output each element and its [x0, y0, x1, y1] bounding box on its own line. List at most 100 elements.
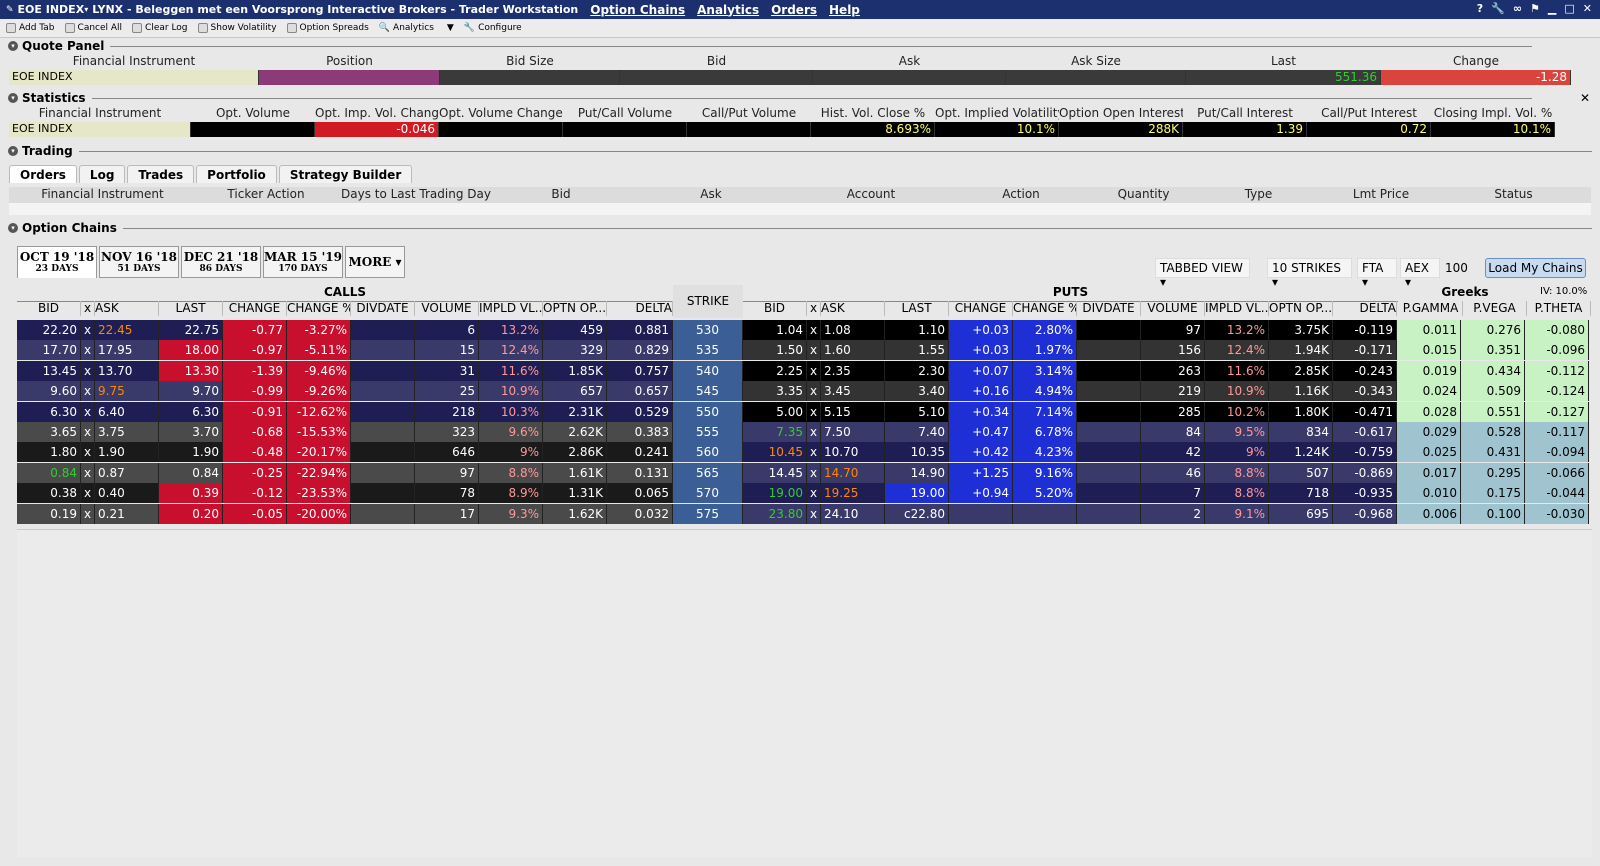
call-cell[interactable]: 0.032: [607, 503, 673, 524]
put-cell[interactable]: 834: [1269, 422, 1333, 442]
call-cell[interactable]: 8.8%: [479, 462, 543, 483]
put-cell[interactable]: -0.243: [1333, 360, 1397, 381]
call-cell[interactable]: x: [81, 381, 95, 402]
put-cell[interactable]: 9.16%: [1013, 462, 1077, 483]
put-cell[interactable]: 4.94%: [1013, 381, 1077, 402]
call-cell[interactable]: 6.30: [17, 401, 81, 422]
call-cell[interactable]: 0.065: [607, 483, 673, 504]
call-cell[interactable]: 6: [415, 320, 479, 340]
call-cell[interactable]: 0.87: [95, 462, 159, 483]
call-cell[interactable]: -0.68: [223, 422, 287, 442]
put-cell[interactable]: +0.03: [949, 340, 1013, 361]
tab-strategy-builder[interactable]: Strategy Builder: [278, 165, 413, 183]
put-cell[interactable]: x: [807, 320, 821, 340]
put-cell[interactable]: x: [807, 340, 821, 361]
put-cell[interactable]: 6.78%: [1013, 422, 1077, 442]
put-cell[interactable]: -0.171: [1333, 340, 1397, 361]
put-cell[interactable]: 3.40: [885, 381, 949, 402]
put-cell[interactable]: -0.471: [1333, 401, 1397, 422]
call-cell[interactable]: -0.25: [223, 462, 287, 483]
put-cell[interactable]: [1077, 320, 1141, 340]
call-cell[interactable]: -9.26%: [287, 381, 351, 402]
put-cell[interactable]: +0.42: [949, 442, 1013, 463]
put-cell[interactable]: 24.10: [821, 503, 885, 524]
collapse-icon[interactable]: ▾: [8, 223, 18, 233]
call-cell[interactable]: 18.00: [159, 340, 223, 361]
statistics-row[interactable]: EOE INDEX -0.046 8.693% 10.1% 288K 1.39 …: [9, 122, 1591, 137]
call-cell[interactable]: -0.99: [223, 381, 287, 402]
chain-row[interactable]: 6.30 x 6.40 6.30 -0.91 -12.62% 218 10.3% 2.31K 0.…: [17, 401, 1589, 422]
put-cell[interactable]: [1077, 360, 1141, 381]
call-cell[interactable]: -22.94%: [287, 462, 351, 483]
maximize-icon[interactable]: □: [1564, 2, 1574, 15]
call-cell[interactable]: 9.60: [17, 381, 81, 402]
put-cell[interactable]: 2.80%: [1013, 320, 1077, 340]
put-cell[interactable]: 2.30: [885, 360, 949, 381]
expiry-tab-nov[interactable]: NOV 16 '18 51 DAYS: [99, 246, 179, 278]
call-cell[interactable]: 17.70: [17, 340, 81, 361]
call-cell[interactable]: x: [81, 401, 95, 422]
put-cell[interactable]: 9.5%: [1205, 422, 1269, 442]
call-cell[interactable]: 11.6%: [479, 360, 543, 381]
put-cell[interactable]: 507: [1269, 462, 1333, 483]
put-cell[interactable]: 84: [1141, 422, 1205, 442]
chain-row[interactable]: 13.45 x 13.70 13.30 -1.39 -9.46% 31 11.6% 1.85K 0…: [17, 360, 1589, 381]
put-cell[interactable]: [1077, 422, 1141, 442]
call-cell[interactable]: 0.20: [159, 503, 223, 524]
put-cell[interactable]: -0.119: [1333, 320, 1397, 340]
put-cell[interactable]: 10.45: [743, 442, 807, 463]
call-cell[interactable]: 0.21: [95, 503, 159, 524]
call-cell[interactable]: 25: [415, 381, 479, 402]
chain-row[interactable]: 0.84 x 0.87 0.84 -0.25 -22.94% 97 8.8% 1.61K 0.13…: [17, 462, 1589, 483]
put-cell[interactable]: 3.45: [821, 381, 885, 402]
put-cell[interactable]: 2.25: [743, 360, 807, 381]
call-cell[interactable]: -23.53%: [287, 483, 351, 504]
put-cell[interactable]: 23.80: [743, 503, 807, 524]
put-cell[interactable]: +0.34: [949, 401, 1013, 422]
call-cell[interactable]: 22.45: [95, 320, 159, 340]
put-cell[interactable]: x: [807, 422, 821, 442]
call-cell[interactable]: 1.85K: [543, 360, 607, 381]
put-cell[interactable]: +1.25: [949, 462, 1013, 483]
call-cell[interactable]: -0.77: [223, 320, 287, 340]
call-cell[interactable]: 3.75: [95, 422, 159, 442]
chain-row[interactable]: 0.38 x 0.40 0.39 -0.12 -23.53% 78 8.9% 1.31K 0.06…: [17, 483, 1589, 504]
call-cell[interactable]: 1.61K: [543, 462, 607, 483]
call-cell[interactable]: 329: [543, 340, 607, 361]
view-select[interactable]: TABBED VIEW ▾: [1155, 258, 1250, 289]
call-cell[interactable]: 0.829: [607, 340, 673, 361]
put-cell[interactable]: 19.00: [885, 483, 949, 504]
call-cell[interactable]: [351, 462, 415, 483]
call-cell[interactable]: 22.75: [159, 320, 223, 340]
more-expiries-button[interactable]: MORE ▾: [345, 246, 405, 278]
put-cell[interactable]: 9%: [1205, 442, 1269, 463]
put-cell[interactable]: 5.20%: [1013, 483, 1077, 504]
put-cell[interactable]: -0.343: [1333, 381, 1397, 402]
dropdown-icon[interactable]: ▼: [447, 23, 454, 33]
put-cell[interactable]: -0.869: [1333, 462, 1397, 483]
call-cell[interactable]: 1.80: [17, 442, 81, 463]
put-cell[interactable]: 718: [1269, 483, 1333, 504]
put-cell[interactable]: 7.14%: [1013, 401, 1077, 422]
expiry-tab-dec[interactable]: DEC 21 '18 86 DAYS: [181, 246, 261, 278]
call-cell[interactable]: -0.48: [223, 442, 287, 463]
call-cell[interactable]: x: [81, 422, 95, 442]
call-cell[interactable]: 0.39: [159, 483, 223, 504]
window-instrument[interactable]: EOE INDEX: [18, 3, 85, 16]
put-cell[interactable]: 7.40: [885, 422, 949, 442]
call-cell[interactable]: 0.241: [607, 442, 673, 463]
put-cell[interactable]: x: [807, 360, 821, 381]
put-cell[interactable]: 3.75K: [1269, 320, 1333, 340]
put-cell[interactable]: -0.968: [1333, 503, 1397, 524]
call-cell[interactable]: 10.3%: [479, 401, 543, 422]
put-cell[interactable]: 1.08: [821, 320, 885, 340]
put-cell[interactable]: x: [807, 462, 821, 483]
chain-row[interactable]: 0.19 x 0.21 0.20 -0.05 -20.00% 17 9.3% 1.62K 0.03…: [17, 503, 1589, 524]
call-cell[interactable]: 1.31K: [543, 483, 607, 504]
analytics-button[interactable]: 🔍 Analytics ▼: [379, 23, 454, 33]
put-cell[interactable]: 1.50: [743, 340, 807, 361]
call-cell[interactable]: x: [81, 360, 95, 381]
put-cell[interactable]: 10.70: [821, 442, 885, 463]
menu-orders[interactable]: Orders: [771, 3, 817, 17]
call-cell[interactable]: [351, 401, 415, 422]
